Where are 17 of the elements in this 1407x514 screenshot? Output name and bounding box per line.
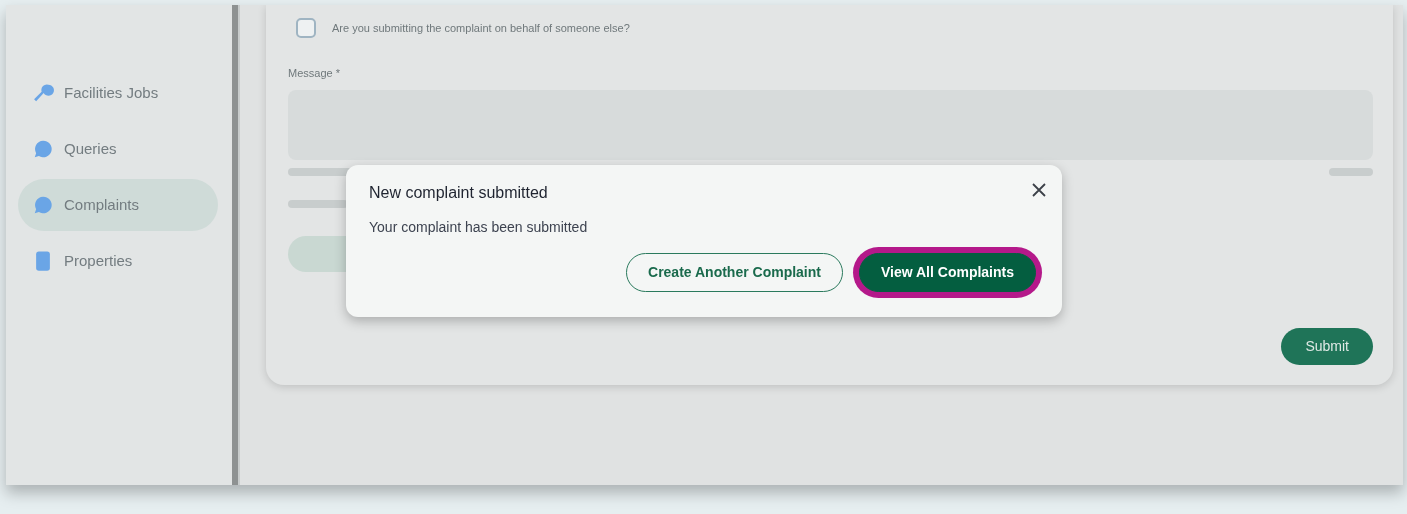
sidebar-item[interactable]: Facilities Jobs (18, 67, 218, 119)
blurred-text-line (288, 199, 348, 208)
close-button[interactable] (1032, 183, 1046, 197)
checkbox-label: Are you submitting the complaint on behalf of someone else? (332, 20, 630, 36)
blurred-text-line (1329, 167, 1373, 176)
key-icon (32, 82, 54, 104)
checkbox[interactable] (296, 18, 316, 38)
dialog-title: New complaint submitted (369, 183, 549, 203)
chat-icon (32, 194, 54, 216)
close-icon (1032, 183, 1046, 197)
sidebar-item[interactable]: Complaints (18, 179, 218, 231)
sidebar-item[interactable]: Properties (18, 235, 218, 287)
sidebar-item[interactable]: Queries (18, 123, 218, 175)
chat-icon (32, 138, 54, 160)
field-label: Message * (288, 66, 341, 81)
submit-button[interactable]: Submit (1281, 328, 1373, 365)
dialog-message: Your complaint has been submitted (369, 218, 589, 238)
